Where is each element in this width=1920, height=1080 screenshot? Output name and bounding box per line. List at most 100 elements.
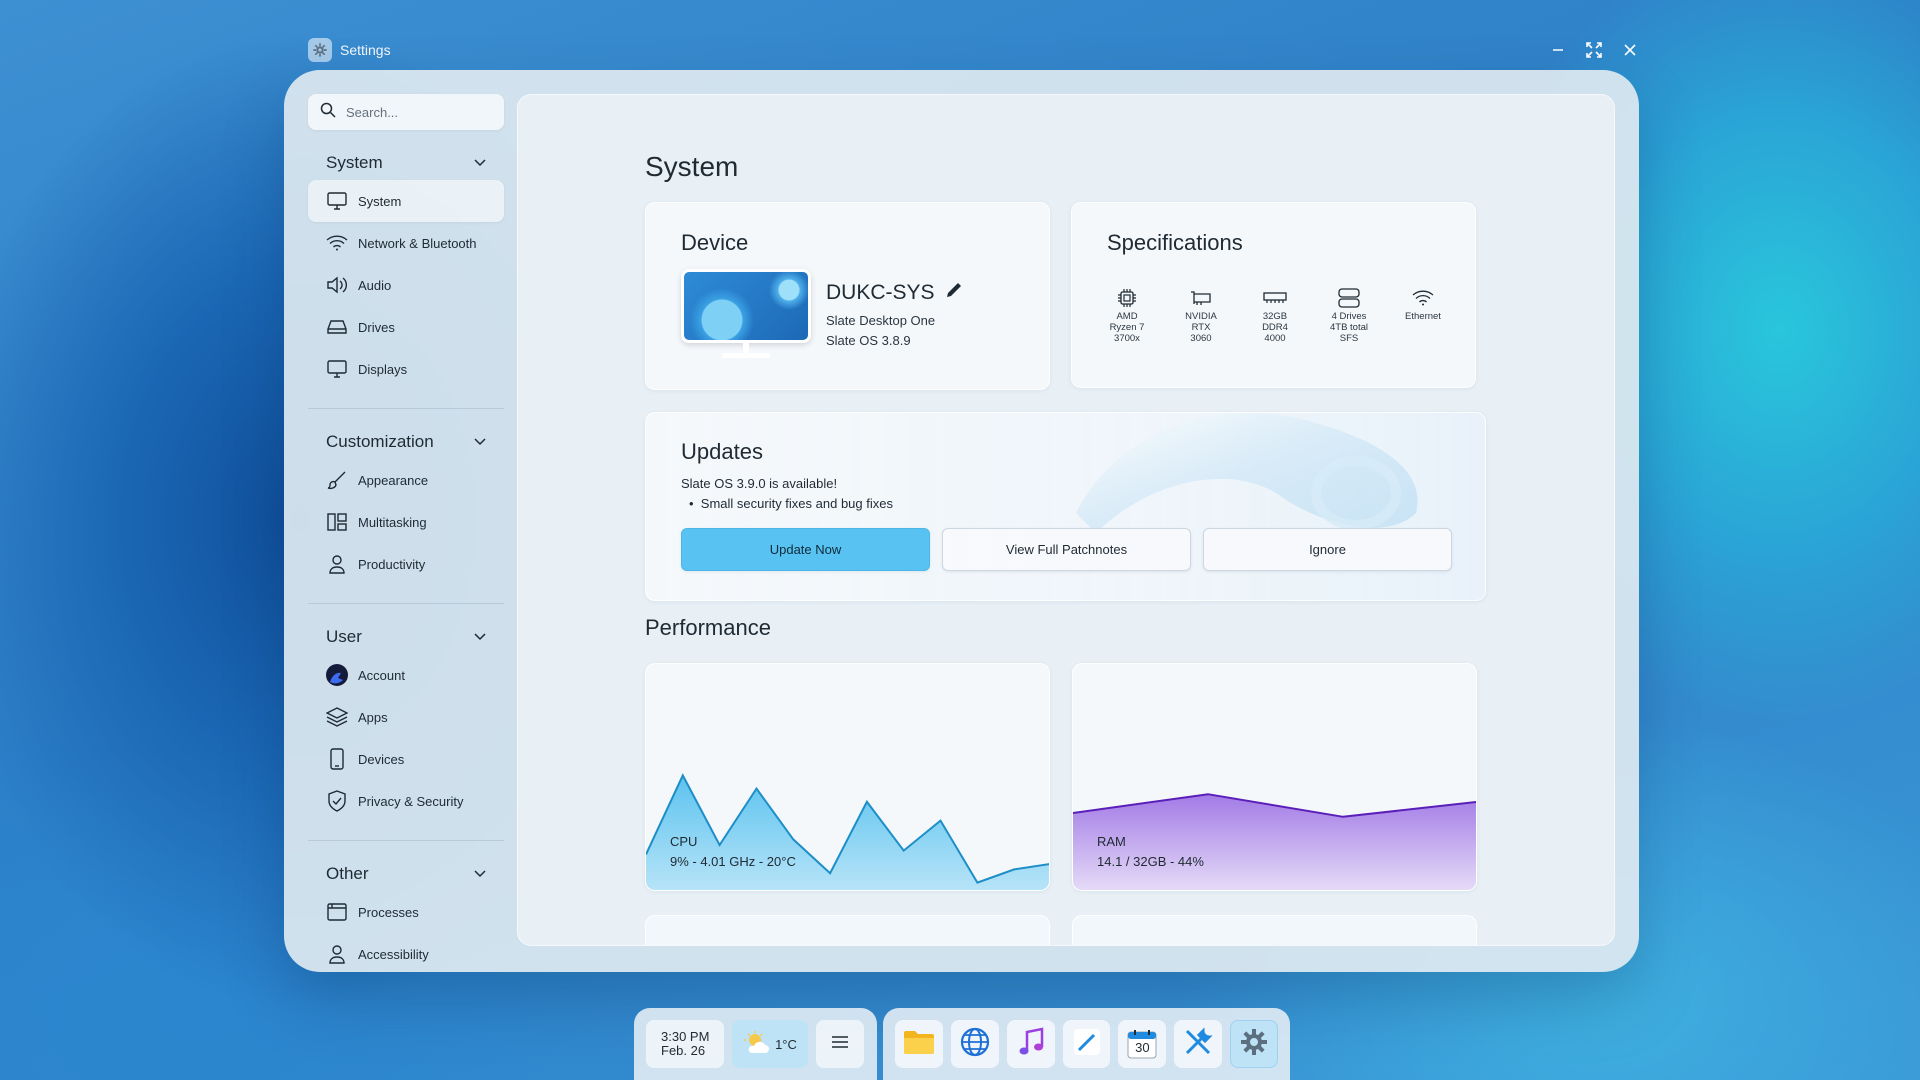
divider xyxy=(308,603,504,604)
card-title: Specifications xyxy=(1107,230,1243,255)
taskbar-clock[interactable]: 3:30 PM Feb. 26 xyxy=(646,1020,724,1068)
device-card: Device DUKC-SYS Slate Desktop One Slate … xyxy=(645,202,1050,390)
sidebar-item-displays[interactable]: Displays xyxy=(308,348,504,390)
page-title: System xyxy=(645,151,739,182)
card-title: Updates xyxy=(681,439,763,464)
multitasking-icon xyxy=(326,511,348,533)
brush-icon xyxy=(326,469,348,491)
sidebar-item-label: Audio xyxy=(358,277,392,293)
sidebar-item-multitasking[interactable]: Multitasking xyxy=(308,501,504,543)
window-titlebar: Settings xyxy=(308,36,1638,64)
sidebar-section-customization: Customization Appearance Multitasking Pr… xyxy=(308,425,504,604)
bullet-dot: • xyxy=(689,496,701,511)
search-input[interactable] xyxy=(346,104,486,120)
avatar-icon xyxy=(326,664,348,686)
wifi-icon xyxy=(1386,287,1460,309)
minimize-button[interactable] xyxy=(1550,42,1566,58)
spec-label: 32GB DDR4 4000 xyxy=(1262,311,1288,344)
ram-icon xyxy=(1238,287,1312,309)
maximize-button[interactable] xyxy=(1586,42,1602,58)
taskbar-app-tools[interactable] xyxy=(1174,1020,1223,1068)
drive-icon xyxy=(326,316,348,338)
divider xyxy=(308,408,504,409)
cpu-label: CPU xyxy=(670,834,698,849)
card-title: Device xyxy=(681,230,749,255)
sidebar-item-audio[interactable]: Audio xyxy=(308,264,504,306)
browser-icon xyxy=(960,1027,990,1062)
spec-label: AMD Ryzen 7 3700x xyxy=(1109,311,1145,344)
sidebar-item-system[interactable]: System xyxy=(308,180,504,222)
storage-icon xyxy=(1312,287,1386,309)
taskbar-app-music[interactable] xyxy=(1006,1020,1055,1068)
sidebar-item-label: Accessibility xyxy=(358,946,429,962)
ignore-button[interactable]: Ignore xyxy=(1203,528,1452,571)
section-header-system[interactable]: System xyxy=(308,146,504,180)
update-now-button[interactable]: Update Now xyxy=(681,528,930,571)
sidebar-item-productivity[interactable]: Productivity xyxy=(308,543,504,585)
search-icon xyxy=(320,102,336,123)
device-model: Slate Desktop One xyxy=(826,313,936,328)
window-title: Settings xyxy=(340,42,391,58)
view-patchnotes-button[interactable]: View Full Patchnotes xyxy=(942,528,1191,571)
sidebar-item-network[interactable]: Network & Bluetooth xyxy=(308,222,504,264)
search-box[interactable] xyxy=(308,94,504,130)
performance-card-placeholder xyxy=(1072,915,1477,945)
gpu-icon xyxy=(1164,287,1238,309)
calendar-icon: 30 xyxy=(1127,1029,1157,1059)
spec-network: Ethernet xyxy=(1386,287,1460,344)
cpu-chart-card: CPU 9% - 4.01 GHz - 20°C xyxy=(645,663,1050,891)
settings-app-icon xyxy=(308,38,332,62)
processes-icon xyxy=(326,901,348,923)
performance-heading: Performance xyxy=(645,615,771,640)
music-icon xyxy=(1018,1026,1044,1062)
taskbar-app-files[interactable] xyxy=(895,1020,943,1068)
sidebar-item-processes[interactable]: Processes xyxy=(308,891,504,933)
spec-cpu: AMD Ryzen 7 3700x xyxy=(1090,287,1164,344)
sidebar-item-label: Processes xyxy=(358,904,419,920)
divider xyxy=(308,840,504,841)
hamburger-icon xyxy=(831,1035,849,1054)
chevron-down-icon xyxy=(474,865,486,883)
menu-button[interactable] xyxy=(816,1020,864,1068)
section-header-other[interactable]: Other xyxy=(308,857,504,891)
sidebar-item-account[interactable]: Account xyxy=(308,654,504,696)
glass-decoration-image xyxy=(1076,413,1418,533)
display-icon xyxy=(326,358,348,380)
shield-icon xyxy=(326,790,348,812)
taskbar-app-calendar[interactable]: 30 xyxy=(1118,1020,1167,1068)
ram-stats: 14.1 / 32GB - 44% xyxy=(1097,854,1204,869)
updates-card: Updates Slate OS 3.9.0 is available! • S… xyxy=(645,412,1486,601)
sidebar-item-appearance[interactable]: Appearance xyxy=(308,459,504,501)
monitor-icon xyxy=(326,190,348,212)
sidebar-item-apps[interactable]: Apps xyxy=(308,696,504,738)
weather-icon xyxy=(743,1030,771,1058)
sidebar-item-label: Productivity xyxy=(358,556,426,572)
device-name-row: DUKC-SYS xyxy=(826,281,963,305)
sidebar-item-label: Devices xyxy=(358,751,405,767)
section-header-customization[interactable]: Customization xyxy=(308,425,504,459)
ram-chart-card: RAM 14.1 / 32GB - 44% xyxy=(1072,663,1477,891)
spec-gpu: NVIDIA RTX 3060 xyxy=(1164,287,1238,344)
edit-pencil-icon[interactable] xyxy=(945,281,963,305)
sidebar: System System Network & Bluetooth Audio … xyxy=(308,94,504,975)
speaker-icon xyxy=(326,274,348,296)
taskbar-weather[interactable]: 1°C xyxy=(732,1020,808,1068)
section-header-user[interactable]: User xyxy=(308,620,504,654)
spec-storage: 4 Drives 4TB total SFS xyxy=(1312,287,1386,344)
sidebar-item-privacy[interactable]: Privacy & Security xyxy=(308,780,504,822)
spec-list: AMD Ryzen 7 3700x NVIDIA RTX 3060 32GB D… xyxy=(1090,287,1460,344)
update-message: Slate OS 3.9.0 is available! xyxy=(681,476,838,491)
taskbar-app-notes[interactable] xyxy=(1062,1020,1111,1068)
sidebar-item-drives[interactable]: Drives xyxy=(308,306,504,348)
taskbar-apps: 30 xyxy=(883,1008,1290,1080)
taskbar-app-settings[interactable] xyxy=(1230,1020,1279,1068)
sidebar-section-user: User Account Apps Devices Privacy & Secu… xyxy=(308,620,504,841)
spec-label: NVIDIA RTX 3060 xyxy=(1185,311,1217,344)
close-button[interactable] xyxy=(1622,42,1638,58)
section-title: User xyxy=(326,627,362,646)
taskbar-app-browser[interactable] xyxy=(950,1020,999,1068)
sidebar-section-other: Other Processes Accessibility xyxy=(308,857,504,975)
sidebar-item-accessibility[interactable]: Accessibility xyxy=(308,933,504,975)
sidebar-item-devices[interactable]: Devices xyxy=(308,738,504,780)
device-name: DUKC-SYS xyxy=(826,281,935,304)
